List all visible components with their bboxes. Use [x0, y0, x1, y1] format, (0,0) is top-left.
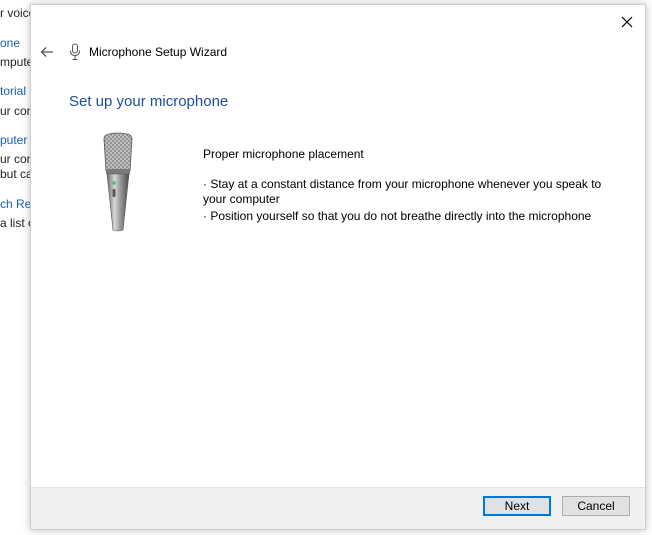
- back-button[interactable]: [37, 42, 57, 62]
- bullet-item: · Position yourself so that you do not b…: [203, 209, 592, 223]
- bullet-item: · Stay at a constant distance from your …: [203, 177, 602, 206]
- close-icon: [621, 16, 633, 28]
- page-heading: Set up your microphone: [69, 93, 229, 110]
- bg-link-computer[interactable]: puter: [0, 133, 27, 147]
- bg-link-tutorial[interactable]: torial: [0, 84, 26, 98]
- microphone-setup-wizard-dialog: Microphone Setup Wizard Set up your micr…: [30, 4, 646, 530]
- close-button[interactable]: [615, 11, 639, 33]
- window-title: Microphone Setup Wizard: [89, 45, 228, 59]
- microphone-icon: [70, 43, 80, 60]
- bg-link-microphone[interactable]: one: [0, 36, 20, 50]
- bg-text-computer: mpute: [0, 55, 34, 69]
- placement-title: Proper microphone placement: [203, 147, 364, 161]
- next-button[interactable]: Next: [483, 496, 551, 516]
- placement-instructions: Proper microphone placement · Stay at a …: [203, 147, 623, 226]
- microphone-illustration: [103, 132, 133, 232]
- bg-text-but: but ca: [0, 167, 33, 181]
- bg-text-your-computer: ur con: [0, 104, 34, 118]
- back-arrow-icon: [40, 47, 53, 57]
- button-bar: Next Cancel: [31, 487, 645, 529]
- bg-text-your-con: ur con: [0, 152, 34, 166]
- cancel-button[interactable]: Cancel: [562, 496, 630, 516]
